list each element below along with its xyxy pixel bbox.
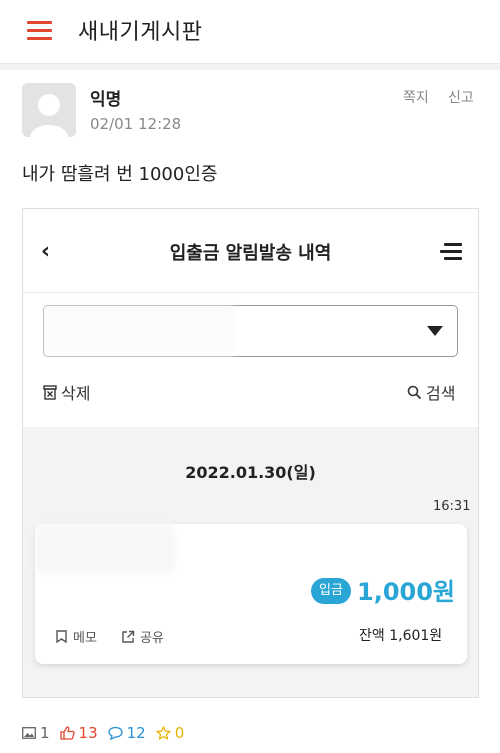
share-button: 공유: [121, 627, 164, 646]
balance-text: 잔액 1,601원: [359, 628, 443, 644]
comment-count[interactable]: 12: [107, 724, 146, 742]
search-button: 검색: [407, 380, 455, 404]
post-stats: 1 13 12 0: [22, 724, 194, 742]
transaction-amount: 1,000원: [357, 578, 455, 606]
message-button[interactable]: 쪽지: [403, 87, 429, 107]
image-header: ‹ 입출금 알림발송 내역: [23, 209, 478, 293]
memo-button: 메모: [55, 627, 97, 646]
image-icon: [22, 727, 36, 739]
avatar: [22, 83, 76, 137]
search-label: 검색: [426, 384, 456, 403]
account-select: [43, 305, 458, 357]
attached-image[interactable]: ‹ 입출금 알림발송 내역 삭제 검색 2022.01.30(일) 16:31 …: [22, 208, 479, 698]
scrap-count-value: 0: [174, 724, 185, 742]
delete-button: 삭제: [43, 380, 90, 404]
transaction-time: 16:31: [433, 499, 471, 514]
transaction-card: 입금 1,000원 메모 공유 잔액 1,601원: [35, 524, 467, 664]
image-count-value: 1: [40, 724, 50, 742]
like-count-value: 13: [78, 724, 98, 742]
divider: [0, 64, 500, 70]
report-button[interactable]: 신고: [448, 87, 474, 107]
scrap-count[interactable]: 0: [155, 724, 185, 742]
board-title: 새내기게시판: [78, 20, 203, 45]
search-icon: [407, 385, 422, 399]
post-body: 내가 땀흘려 번 1000인증: [22, 164, 218, 185]
blurred-account: [44, 306, 234, 356]
transaction-list: 2022.01.30(일) 16:31 입금 1,000원 메모 공유 잔액 1: [23, 427, 478, 697]
comment-icon: [107, 726, 123, 740]
dropdown-caret-icon: [427, 326, 443, 336]
trash-icon: [43, 384, 57, 400]
top-bar: 새내기게시판: [0, 0, 500, 64]
bookmark-icon: [56, 630, 67, 643]
delete-label: 삭제: [61, 384, 91, 403]
date-header: 2022.01.30(일): [185, 463, 316, 482]
menu-icon: [440, 243, 462, 261]
like-count[interactable]: 13: [59, 724, 98, 742]
share-label: 공유: [140, 631, 164, 646]
deposit-badge: 입금: [311, 578, 351, 604]
default-avatar-icon: [22, 83, 76, 137]
star-icon: [155, 726, 171, 740]
blurred-sender: [35, 524, 175, 574]
post-time: 02/01 12:28: [90, 115, 182, 133]
comment-count-value: 12: [126, 724, 146, 742]
author-name: 익명: [90, 90, 122, 110]
menu-icon[interactable]: [27, 21, 52, 41]
image-title: 입출금 알림발송 내역: [169, 243, 332, 264]
thumbs-up-icon: [59, 726, 75, 740]
memo-label: 메모: [73, 631, 97, 646]
image-count: 1: [22, 724, 50, 742]
share-icon: [122, 630, 135, 643]
